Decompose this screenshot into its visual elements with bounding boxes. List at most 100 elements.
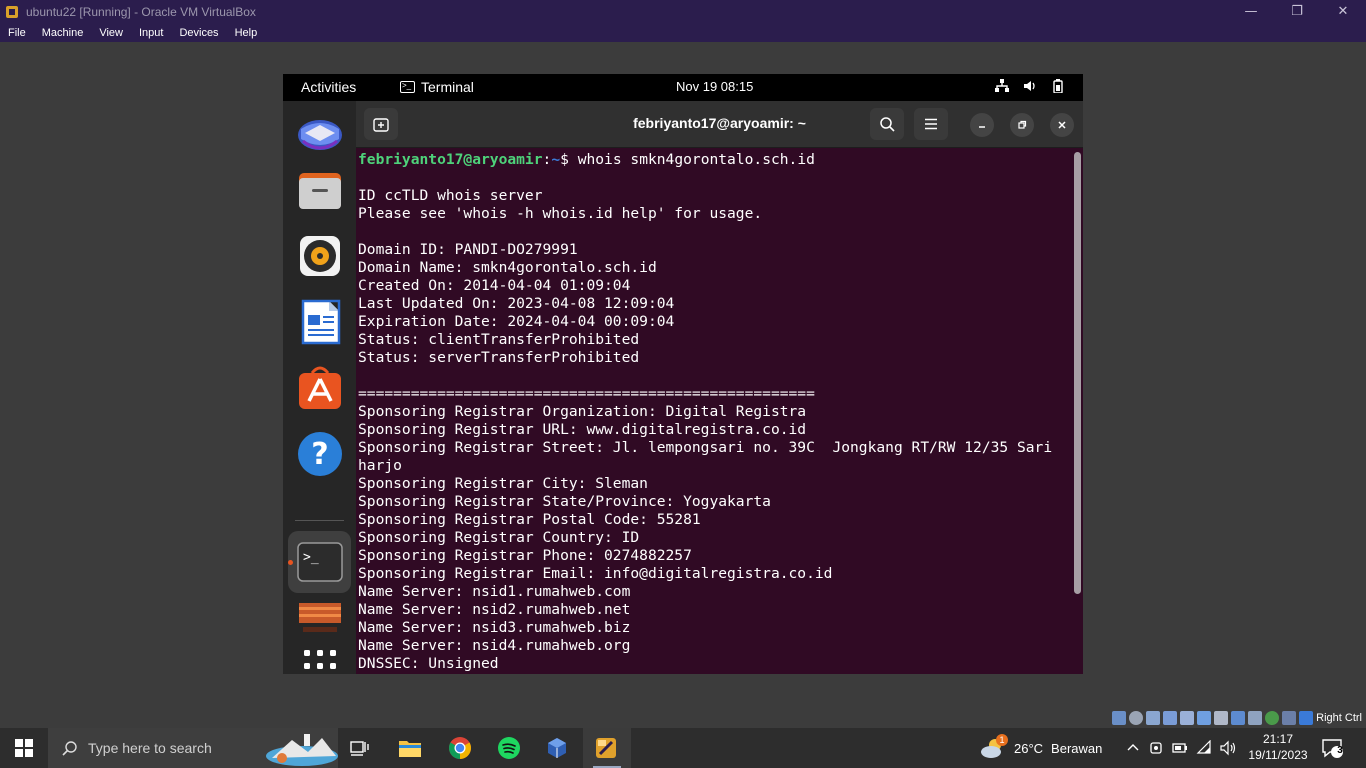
virtualbox-manager-button[interactable] <box>533 728 581 768</box>
search-highlight-illustration-icon <box>266 734 338 766</box>
minimize-button[interactable]: — <box>1228 0 1274 23</box>
hamburger-icon <box>925 118 937 130</box>
whois-output: ID ccTLD whois server Please see 'whois -… <box>358 169 1068 673</box>
recording-icon[interactable] <box>1231 711 1246 725</box>
output-line: Sponsoring Registrar Country: ID <box>358 529 640 546</box>
search-icon <box>880 117 895 132</box>
audio-icon[interactable] <box>1146 711 1161 725</box>
output-line: Status: serverTransferProhibited <box>358 349 640 366</box>
keyboard-capture-icon[interactable] <box>1282 711 1297 725</box>
cloudy-weather-icon: 1 <box>980 734 1008 760</box>
close-window-button[interactable]: ✕ <box>1320 0 1366 23</box>
taskbar-clock[interactable]: 21:17 19/11/2023 <box>1240 731 1316 763</box>
notification-center-button[interactable]: 3 <box>1320 736 1346 760</box>
start-button[interactable] <box>0 728 48 768</box>
shared-folders-icon[interactable] <box>1197 711 1212 725</box>
vm-screen[interactable]: Activities >_ Terminal Nov 19 08:15 ? >_… <box>283 74 1083 674</box>
menu-button[interactable] <box>914 108 948 140</box>
activities-button[interactable]: Activities <box>301 79 356 95</box>
speaker-icon[interactable] <box>1220 740 1238 756</box>
window-title: ubuntu22 [Running] - Oracle VM VirtualBo… <box>26 4 256 19</box>
app-center-icon[interactable] <box>297 365 343 411</box>
output-line: Domain ID: PANDI-DO279991 <box>358 241 578 258</box>
terminal-headerbar: febriyanto17@aryoamir: ~ <box>356 101 1083 148</box>
output-line: harjo <box>358 457 402 474</box>
wifi-icon[interactable] <box>1196 740 1212 756</box>
maximize-terminal-button[interactable] <box>1010 113 1034 137</box>
menu-view[interactable]: View <box>91 27 131 39</box>
minimize-terminal-button[interactable] <box>970 113 994 137</box>
spotify-icon <box>498 737 520 759</box>
hard-disk-icon[interactable] <box>1112 711 1127 725</box>
ubuntu-dock: ? >_ <box>283 101 356 674</box>
menu-help[interactable]: Help <box>227 27 266 39</box>
command-text: whois smkn4gorontalo.sch.id <box>577 151 815 168</box>
show-apps-icon[interactable] <box>297 643 343 674</box>
notification-count: 3 <box>1337 745 1343 756</box>
libreoffice-writer-icon[interactable] <box>297 299 343 345</box>
output-line: Last Updated On: 2023-04-08 12:09:04 <box>358 295 675 312</box>
help-icon[interactable]: ? <box>297 431 343 477</box>
output-line: Sponsoring Registrar City: Sleman <box>358 475 648 492</box>
menu-input[interactable]: Input <box>131 27 171 39</box>
terminal-app-icon: >_ <box>400 81 415 93</box>
restore-icon <box>1018 120 1027 129</box>
optical-drive-icon[interactable] <box>1129 711 1144 725</box>
menu-machine[interactable]: Machine <box>34 27 92 39</box>
terminal-view[interactable]: febriyanto17@aryoamir:~$ whois smkn4goro… <box>356 148 1083 674</box>
usb-icon[interactable] <box>1180 711 1195 725</box>
menu-devices[interactable]: Devices <box>171 27 226 39</box>
menu-file[interactable]: File <box>0 27 34 39</box>
thunderbird-icon[interactable] <box>297 111 343 157</box>
output-line: Sponsoring Registrar Email: info@digital… <box>358 565 833 582</box>
running-indicator <box>288 560 293 565</box>
gnome-clock[interactable]: Nov 19 08:15 <box>676 79 753 94</box>
vbox-statusbar: Right Ctrl <box>1112 708 1366 728</box>
output-line: Expiration Date: 2024-04-04 00:09:04 <box>358 313 675 330</box>
terminal-icon[interactable]: >_ <box>297 539 343 585</box>
output-line: Name Server: nsid4.rumahweb.org <box>358 637 631 654</box>
output-line: Please see 'whois -h whois.id help' for … <box>358 205 763 222</box>
prompt-end: $ <box>560 151 578 168</box>
meet-now-icon[interactable] <box>1148 740 1164 756</box>
terminal-scrollbar[interactable] <box>1074 152 1081 594</box>
search-icon <box>62 741 77 756</box>
prompt-path: ~ <box>551 151 561 168</box>
chrome-button[interactable] <box>436 728 484 768</box>
display-icon[interactable] <box>1214 711 1229 725</box>
dock-separator <box>295 520 344 521</box>
chevron-up-icon[interactable] <box>1126 741 1140 755</box>
vbox-vm-window-button[interactable] <box>583 728 631 768</box>
app-menu[interactable]: >_ Terminal <box>400 79 474 95</box>
search-button[interactable] <box>870 108 904 140</box>
file-explorer-button[interactable] <box>386 728 434 768</box>
cpu-icon[interactable] <box>1248 711 1263 725</box>
search-placeholder: Type here to search <box>88 740 212 756</box>
gnome-system-tray[interactable] <box>995 79 1065 93</box>
task-view-button[interactable] <box>336 728 384 768</box>
output-line: Sponsoring Registrar Street: Jl. lempong… <box>358 439 1053 456</box>
battery-icon <box>1053 79 1063 93</box>
output-line: ========================================… <box>358 385 815 402</box>
output-line: Name Server: nsid2.rumahweb.net <box>358 601 631 618</box>
spotify-button[interactable] <box>485 728 533 768</box>
minimize-icon <box>979 126 985 128</box>
restore-button[interactable]: ❐ <box>1274 0 1320 23</box>
terminal-output: febriyanto17@aryoamir:~$ whois smkn4goro… <box>358 151 1068 673</box>
weather-widget[interactable]: 1 26°C Berawan <box>980 728 1102 768</box>
mouse-integration-icon[interactable] <box>1265 711 1280 725</box>
rhythmbox-icon[interactable] <box>297 233 343 279</box>
virtualbox-icon <box>4 4 20 20</box>
close-icon <box>1058 121 1066 129</box>
taskbar-search-box[interactable]: Type here to search <box>48 728 338 768</box>
output-line: Sponsoring Registrar State/Province: Yog… <box>358 493 771 510</box>
clock-time: 21:17 <box>1262 732 1294 746</box>
battery-icon[interactable] <box>1172 740 1188 756</box>
host-key-icon[interactable] <box>1299 711 1314 725</box>
output-line: Sponsoring Registrar Phone: 0274882257 <box>358 547 692 564</box>
network-adapter-icon[interactable] <box>1163 711 1178 725</box>
weather-badge: 1 <box>996 734 1008 746</box>
files-icon[interactable] <box>297 167 343 213</box>
output-line: Domain Name: smkn4gorontalo.sch.id <box>358 259 657 276</box>
close-terminal-button[interactable] <box>1050 113 1074 137</box>
